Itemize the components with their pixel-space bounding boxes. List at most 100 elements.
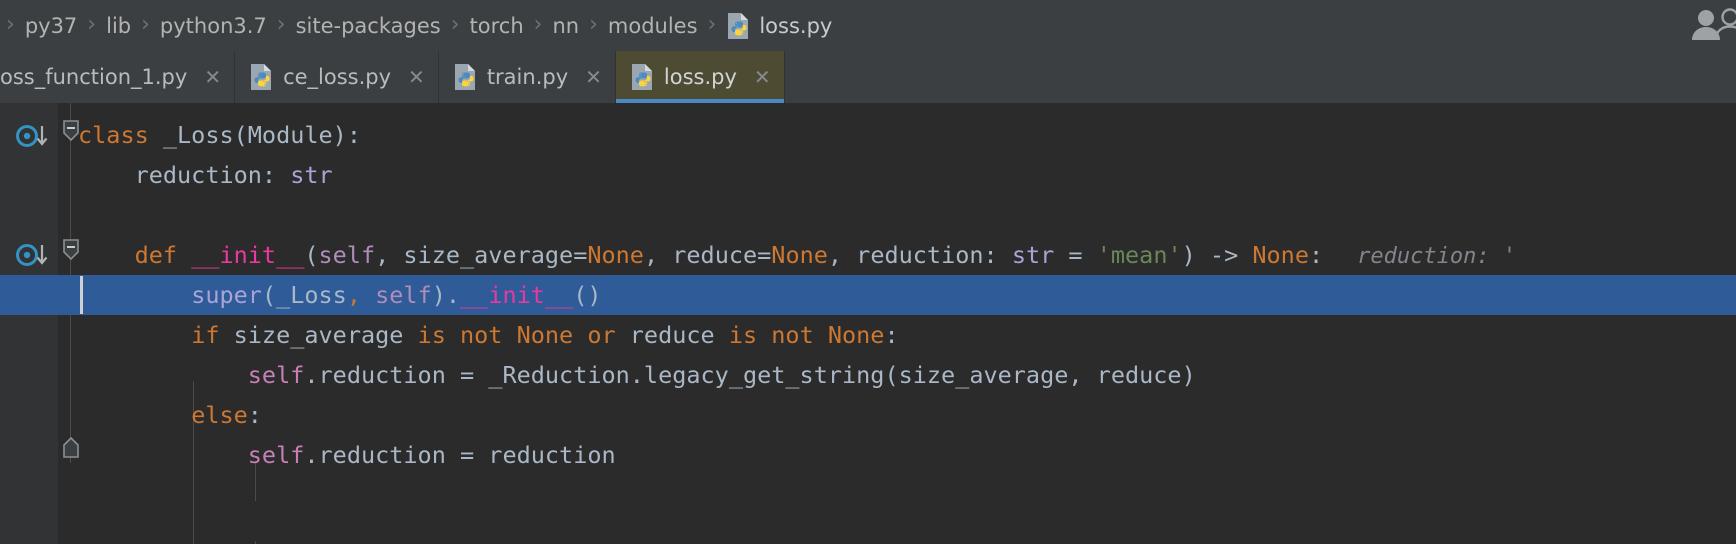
code-line-text: else:	[0, 401, 262, 429]
breadcrumb-item-nn[interactable]: nn	[546, 14, 585, 38]
token: is not None or	[417, 321, 616, 349]
token: __init__	[460, 281, 574, 309]
token: :	[247, 401, 262, 429]
code-line[interactable]: self.reduction = _Reduction.legacy_get_s…	[0, 355, 1736, 395]
breadcrumb-item-site-packages[interactable]: site-packages	[290, 14, 447, 38]
token: str	[1011, 241, 1055, 269]
python-file-icon	[726, 12, 751, 40]
python-file-icon	[630, 63, 655, 91]
breadcrumb-separator: ›	[533, 12, 543, 37]
breadcrumb-item-modules[interactable]: modules	[602, 14, 704, 38]
token: (	[304, 241, 319, 269]
token: reduction:	[78, 161, 291, 189]
breadcrumb-item-py37[interactable]: py37	[19, 14, 83, 38]
code-line-text: reduction: str	[0, 161, 333, 189]
inlay-parameter-hint: reduction: '	[1357, 244, 1517, 269]
token: else	[191, 401, 248, 429]
breadcrumb-bar: › py37 › lib › python3.7 › site-packages…	[0, 0, 1736, 51]
code-line[interactable]: if size_average is not None or reduce is…	[0, 315, 1736, 355]
tab-loss-py[interactable]: loss.py ✕	[615, 51, 785, 103]
token: =	[1054, 241, 1097, 269]
code-line-text: self.reduction = _Reduction.legacy_get_s…	[0, 361, 1196, 389]
token: 'mean'	[1096, 241, 1182, 269]
code-line-text: if size_average is not None or reduce is…	[0, 321, 899, 349]
token: self	[318, 241, 376, 269]
breadcrumb-separator: ›	[276, 12, 286, 37]
code-line[interactable]: reduction: str	[0, 155, 1736, 195]
code-line[interactable]: self.reduction = reduction	[0, 435, 1736, 475]
code-line[interactable]: class _Loss(Module):	[0, 115, 1736, 155]
token: (_Loss	[261, 281, 347, 309]
breadcrumb-file-label: loss.py	[759, 13, 833, 38]
token: , reduction:	[827, 241, 1012, 269]
token: ) ->	[1181, 241, 1253, 269]
breadcrumb-separator: ›	[450, 12, 460, 37]
token: ()	[573, 281, 602, 309]
token: None	[587, 241, 644, 269]
tab-close-icon[interactable]: ✕	[204, 67, 221, 87]
token: .reduction = _Reduction.legacy_get_strin…	[304, 361, 1196, 389]
token: ).	[431, 281, 461, 309]
token: , reduce=	[643, 241, 772, 269]
breadcrumb-item-loss-py[interactable]: loss.py	[720, 12, 838, 40]
token: __init__	[191, 241, 305, 269]
editor-tab-bar: oss_function_1.py ✕ ce_loss.py ✕ train.p…	[0, 51, 1736, 103]
tab-train-py[interactable]: train.py ✕	[439, 51, 616, 103]
user-avatar-icon[interactable]	[1690, 6, 1736, 46]
tab-close-icon[interactable]: ✕	[754, 67, 771, 87]
token: self	[375, 281, 432, 309]
breadcrumb-separator: ›	[707, 12, 717, 37]
tab-label: loss.py	[663, 65, 737, 89]
token: :	[1308, 241, 1324, 269]
token: if	[191, 321, 220, 349]
code-line[interactable]: def __init__(self, size_average=None, re…	[0, 235, 1736, 275]
tab-close-icon[interactable]: ✕	[585, 67, 602, 87]
breadcrumb-separator-leading: ›	[6, 12, 15, 37]
tab-loss-function-1-py[interactable]: oss_function_1.py ✕	[0, 51, 236, 103]
breadcrumb-item-python37[interactable]: python3.7	[154, 14, 273, 38]
code-line-text: super(_Loss, self).__init__()	[0, 281, 602, 309]
breadcrumb-separator: ›	[141, 12, 150, 37]
code-line-text: def __init__(self, size_average=None, re…	[0, 241, 1517, 269]
breadcrumb-right-actions	[1690, 6, 1736, 46]
tab-label: oss_function_1.py	[0, 65, 188, 89]
token: ,	[346, 281, 361, 309]
breadcrumb-item-lib[interactable]: lib	[100, 14, 137, 38]
token: None	[1252, 241, 1309, 269]
token: class	[78, 121, 163, 149]
token: self	[247, 441, 305, 469]
token: str	[290, 161, 333, 189]
code-line-selected[interactable]: super(_Loss, self).__init__()	[0, 275, 1736, 315]
tab-close-icon[interactable]: ✕	[408, 67, 425, 87]
code-editor[interactable]: class _Loss(Module): reduction: str def …	[0, 103, 1736, 544]
code-line[interactable]	[0, 195, 1736, 235]
text-caret	[80, 276, 83, 314]
token: self	[247, 361, 305, 389]
breadcrumb-separator: ›	[589, 12, 598, 37]
token: None	[771, 241, 828, 269]
code-line-text: self.reduction = reduction	[0, 441, 616, 469]
tab-label: train.py	[486, 65, 569, 89]
token: size_average	[219, 321, 418, 349]
token: def	[78, 241, 192, 269]
token: is not None	[728, 321, 885, 349]
token: :	[884, 321, 899, 349]
token: _Loss(Module):	[162, 121, 361, 149]
tab-ce-loss-py[interactable]: ce_loss.py ✕	[235, 51, 439, 103]
token: reduce	[615, 321, 729, 349]
tab-label: ce_loss.py	[283, 65, 392, 89]
code-content[interactable]: class _Loss(Module): reduction: str def …	[0, 103, 1736, 544]
token: , size_average=	[375, 241, 588, 269]
breadcrumb-item-torch[interactable]: torch	[464, 14, 530, 38]
python-file-icon	[249, 63, 274, 91]
code-line[interactable]: else:	[0, 395, 1736, 435]
breadcrumb-separator: ›	[87, 12, 97, 37]
python-file-icon	[453, 63, 478, 91]
token: .reduction = reduction	[304, 441, 616, 469]
